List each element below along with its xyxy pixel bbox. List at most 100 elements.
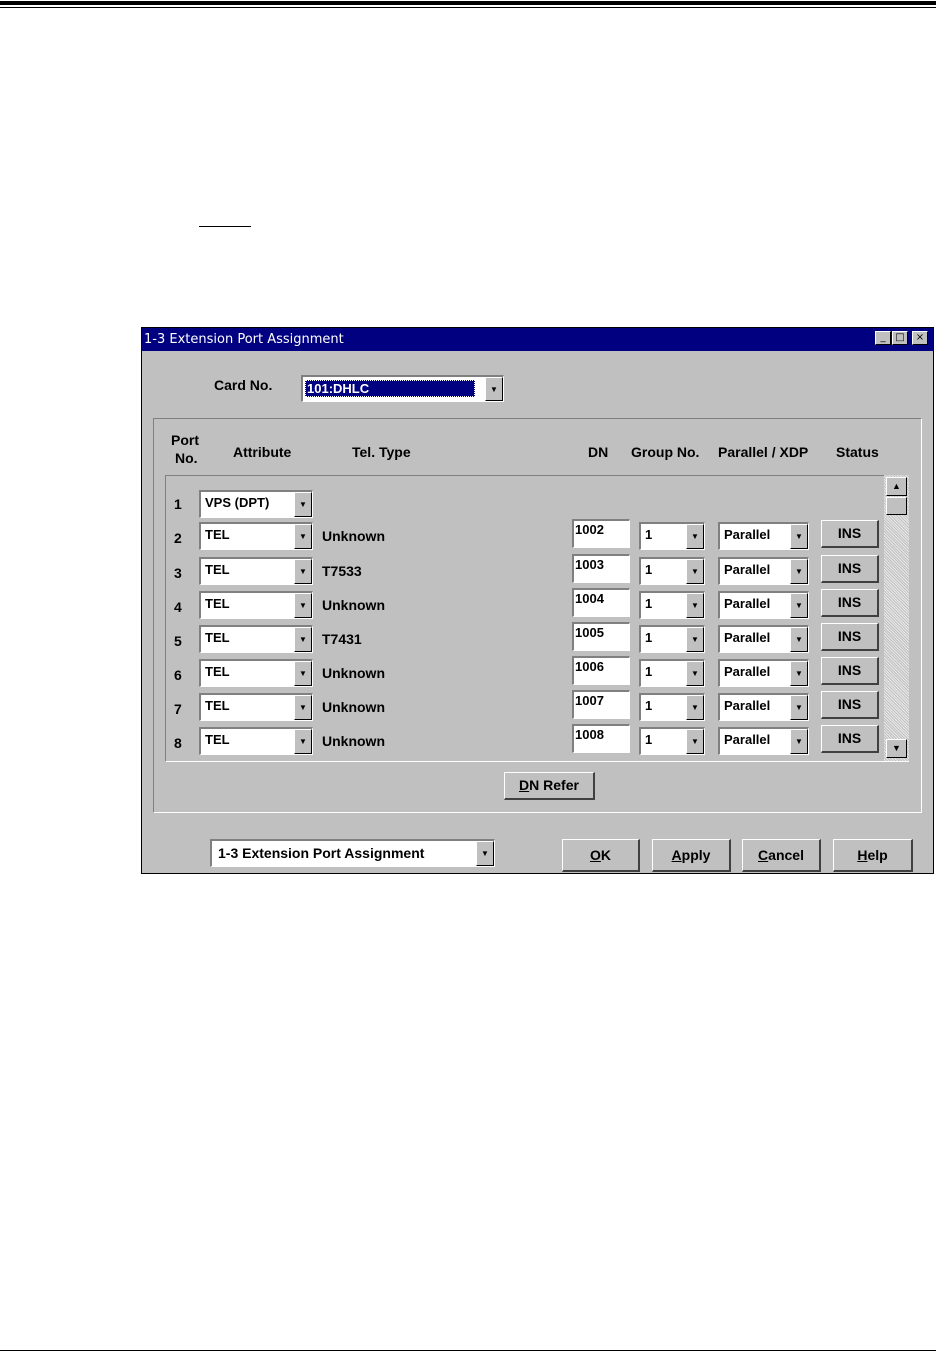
- attribute-value: TEL: [205, 630, 230, 645]
- status-button[interactable]: INS: [821, 725, 879, 753]
- table-row: 2 TEL ▼ Unknown 1002 1 ▼ Parallel ▼ INS: [166, 519, 908, 552]
- chevron-down-icon[interactable]: ▼: [686, 524, 704, 549]
- dn-input[interactable]: 1007: [572, 690, 630, 719]
- cancel-mnemonic: C: [758, 847, 769, 863]
- attribute-dropdown[interactable]: VPS (DPT) ▼: [199, 490, 313, 518]
- group-no-value: 1: [645, 630, 653, 645]
- status-button[interactable]: INS: [821, 657, 879, 685]
- chevron-down-icon[interactable]: ▼: [686, 661, 704, 686]
- parallel-xdp-value: Parallel: [724, 664, 771, 679]
- table-row: 8 TEL ▼ Unknown 1008 1 ▼ Parallel ▼ INS: [166, 724, 908, 757]
- group-no-dropdown[interactable]: 1 ▼: [639, 625, 705, 653]
- status-button[interactable]: INS: [821, 623, 879, 651]
- chevron-down-icon[interactable]: ▼: [294, 695, 312, 720]
- close-icon: ×: [915, 332, 925, 343]
- attribute-dropdown[interactable]: TEL ▼: [199, 591, 313, 619]
- maximize-button[interactable]: □: [892, 331, 908, 345]
- parallel-xdp-dropdown[interactable]: Parallel ▼: [718, 693, 809, 721]
- apply-button[interactable]: Apply: [652, 839, 731, 872]
- status-button[interactable]: INS: [821, 691, 879, 719]
- status-button[interactable]: INS: [821, 555, 879, 583]
- chevron-down-icon[interactable]: ▼: [294, 492, 312, 517]
- chevron-down-icon[interactable]: ▼: [790, 695, 808, 720]
- attribute-dropdown[interactable]: TEL ▼: [199, 727, 313, 755]
- close-button[interactable]: ×: [912, 331, 928, 345]
- port-list-scrollbar[interactable]: ▲ ▼: [884, 475, 909, 761]
- status-button[interactable]: INS: [821, 520, 879, 548]
- chevron-down-icon[interactable]: ▼: [294, 627, 312, 652]
- dn-value: 1004: [575, 591, 604, 606]
- group-no-dropdown[interactable]: 1 ▼: [639, 591, 705, 619]
- dn-refer-button[interactable]: DN Refer: [504, 772, 595, 800]
- chevron-down-icon[interactable]: ▼: [686, 559, 704, 584]
- page-select-value: 1-3 Extension Port Assignment: [218, 845, 425, 861]
- card-no-label: Card No.: [214, 377, 273, 393]
- attribute-value: TEL: [205, 732, 230, 747]
- attribute-dropdown[interactable]: TEL ▼: [199, 522, 313, 550]
- chevron-down-icon[interactable]: ▼: [294, 524, 312, 549]
- arrow-up-icon[interactable]: ▲: [886, 477, 907, 496]
- group-no-dropdown[interactable]: 1 ▼: [639, 727, 705, 755]
- minimize-button[interactable]: _: [875, 331, 891, 345]
- chevron-down-icon[interactable]: ▼: [686, 593, 704, 618]
- parallel-xdp-dropdown[interactable]: Parallel ▼: [718, 557, 809, 585]
- attribute-dropdown[interactable]: TEL ▼: [199, 557, 313, 585]
- chevron-down-icon[interactable]: ▼: [790, 627, 808, 652]
- extension-port-assignment-window: 1-3 Extension Port Assignment _ □ × Card…: [141, 327, 934, 874]
- window-titlebar[interactable]: 1-3 Extension Port Assignment _ □ ×: [142, 328, 933, 351]
- group-no-dropdown[interactable]: 1 ▼: [639, 693, 705, 721]
- arrow-down-icon[interactable]: ▼: [886, 739, 907, 758]
- attribute-dropdown[interactable]: TEL ▼: [199, 625, 313, 653]
- chevron-down-icon[interactable]: ▼: [790, 729, 808, 754]
- chevron-down-icon[interactable]: ▼: [790, 559, 808, 584]
- chevron-down-icon[interactable]: ▼: [294, 593, 312, 618]
- attribute-value: TEL: [205, 562, 230, 577]
- chevron-down-icon[interactable]: ▼: [790, 524, 808, 549]
- chevron-down-icon[interactable]: ▼: [790, 661, 808, 686]
- dn-input[interactable]: 1002: [572, 519, 630, 548]
- parallel-xdp-dropdown[interactable]: Parallel ▼: [718, 591, 809, 619]
- help-button[interactable]: Help: [833, 839, 913, 872]
- status-button[interactable]: INS: [821, 589, 879, 617]
- attribute-value: VPS (DPT): [205, 495, 270, 510]
- chevron-down-icon[interactable]: ▼: [485, 377, 503, 401]
- parallel-xdp-dropdown[interactable]: Parallel ▼: [718, 727, 809, 755]
- dn-input[interactable]: 1005: [572, 622, 630, 651]
- cancel-button[interactable]: Cancel: [742, 839, 821, 872]
- parallel-xdp-value: Parallel: [724, 732, 771, 747]
- parallel-xdp-dropdown[interactable]: Parallel ▼: [718, 659, 809, 687]
- ok-button[interactable]: OK: [562, 839, 640, 872]
- chevron-down-icon[interactable]: ▼: [686, 627, 704, 652]
- top-rule-thick: [0, 1, 936, 5]
- help-mnemonic: H: [857, 847, 868, 863]
- chevron-down-icon[interactable]: ▼: [294, 661, 312, 686]
- dn-input[interactable]: 1003: [572, 554, 630, 583]
- card-no-dropdown[interactable]: 101:DHLC ▼: [301, 375, 504, 402]
- chevron-down-icon[interactable]: ▼: [686, 695, 704, 720]
- attribute-dropdown[interactable]: TEL ▼: [199, 659, 313, 687]
- tel-type: Unknown: [322, 597, 385, 613]
- chevron-down-icon[interactable]: ▼: [294, 559, 312, 584]
- dn-input[interactable]: 1004: [572, 588, 630, 617]
- chevron-down-icon[interactable]: ▼: [686, 729, 704, 754]
- dn-input[interactable]: 1006: [572, 656, 630, 685]
- chevron-down-icon[interactable]: ▼: [790, 593, 808, 618]
- header-group-no: Group No.: [631, 444, 700, 460]
- page-select-dropdown[interactable]: 1-3 Extension Port Assignment ▼: [210, 839, 495, 867]
- port-number: 4: [174, 599, 182, 615]
- parallel-xdp-dropdown[interactable]: Parallel ▼: [718, 522, 809, 550]
- apply-label: pply: [681, 847, 711, 863]
- scrollbar-thumb[interactable]: [886, 497, 907, 515]
- group-no-dropdown[interactable]: 1 ▼: [639, 557, 705, 585]
- parallel-xdp-dropdown[interactable]: Parallel ▼: [718, 625, 809, 653]
- dn-input[interactable]: 1008: [572, 724, 630, 753]
- group-no-dropdown[interactable]: 1 ▼: [639, 659, 705, 687]
- ok-label: K: [600, 847, 611, 863]
- dn-value: 1005: [575, 625, 604, 640]
- group-no-dropdown[interactable]: 1 ▼: [639, 522, 705, 550]
- chevron-down-icon[interactable]: ▼: [476, 841, 494, 866]
- tel-type: T7431: [322, 631, 362, 647]
- attribute-dropdown[interactable]: TEL ▼: [199, 693, 313, 721]
- attribute-value: TEL: [205, 664, 230, 679]
- chevron-down-icon[interactable]: ▼: [294, 729, 312, 754]
